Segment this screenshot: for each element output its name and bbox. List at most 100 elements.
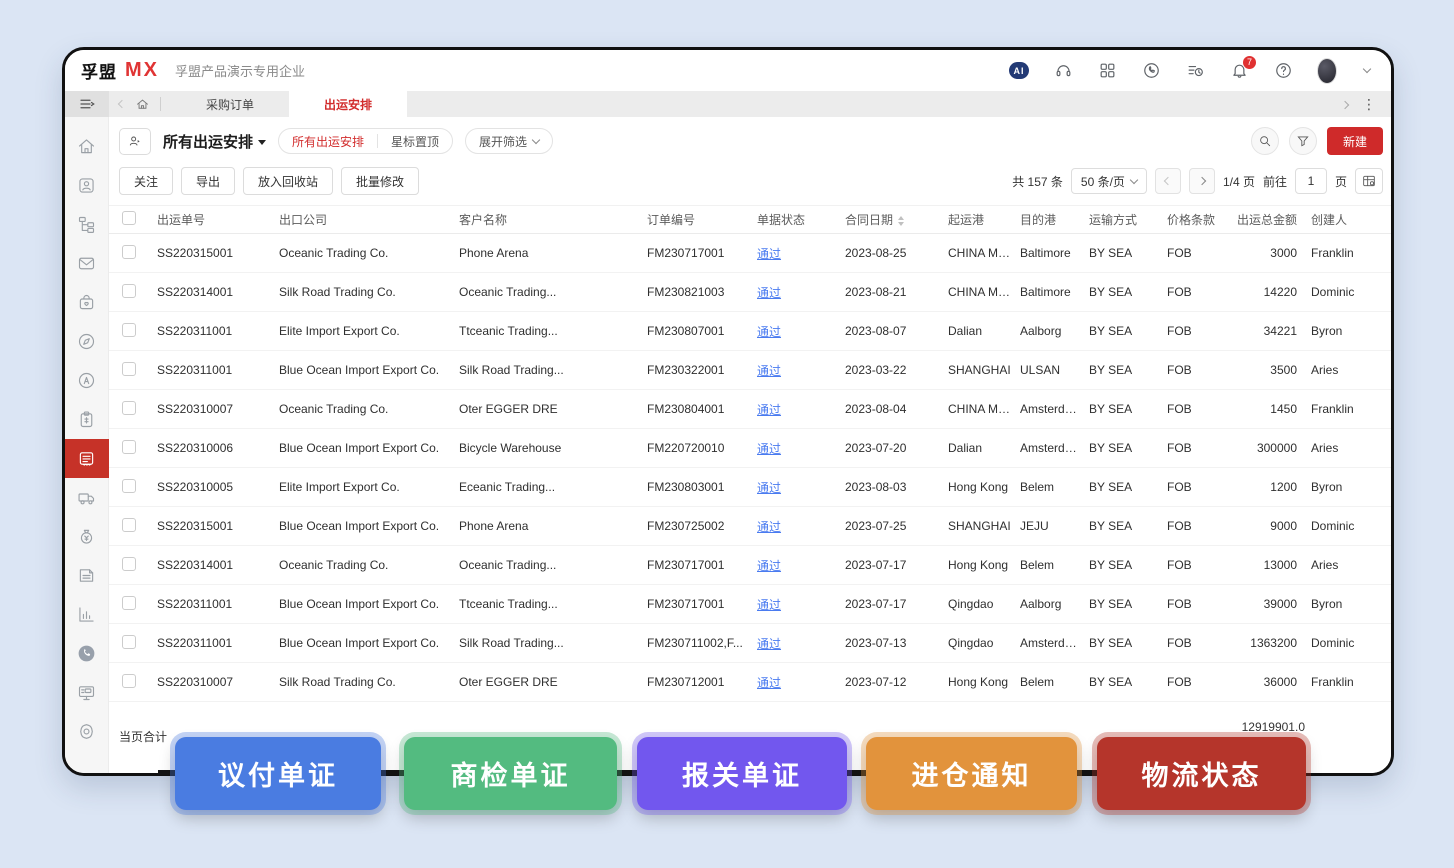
table-row[interactable]: SS220311001Elite Import Export Co.Ttcean… (109, 312, 1393, 351)
row-checkbox[interactable] (122, 557, 136, 571)
select-all-checkbox[interactable] (122, 211, 136, 225)
tab-more-icon[interactable]: ⋮ (1362, 96, 1377, 113)
tab-purchase-orders[interactable]: 采购订单 (171, 91, 289, 117)
row-checkbox[interactable] (122, 596, 136, 610)
table-row[interactable]: SS220311001Blue Ocean Import Export Co.T… (109, 585, 1393, 624)
row-checkbox[interactable] (122, 245, 136, 259)
page-size-select[interactable]: 50 条/页 (1071, 168, 1147, 194)
owner-filter-button[interactable] (119, 128, 151, 155)
nav-forward-chevron-icon[interactable] (1342, 97, 1348, 111)
segment-all-shipping[interactable]: 所有出运安排 (279, 129, 377, 153)
action-button-3[interactable]: 批量修改 (341, 167, 419, 195)
status-link[interactable]: 通过 (757, 637, 781, 651)
flow-button-2[interactable]: 报关单证 (637, 737, 847, 810)
sort-icon[interactable] (898, 216, 904, 226)
help-icon[interactable] (1273, 61, 1293, 81)
status-link[interactable]: 通过 (757, 559, 781, 573)
status-link[interactable]: 通过 (757, 676, 781, 690)
tab-shipping-arrangement[interactable]: 出运安排 (289, 91, 407, 117)
avatar-dropdown-chevron-icon[interactable] (1361, 61, 1373, 81)
table-row[interactable]: SS220311001Blue Ocean Import Export Co.S… (109, 351, 1393, 390)
task-history-icon[interactable] (1185, 61, 1205, 81)
sidebar-item-mail[interactable] (65, 244, 109, 283)
table-row[interactable]: SS220310007Oceanic Trading Co.Oter EGGER… (109, 390, 1393, 429)
row-checkbox[interactable] (122, 284, 136, 298)
status-link[interactable]: 通过 (757, 520, 781, 534)
sidebar-item-compass[interactable] (65, 322, 109, 361)
ai-assistant-button[interactable]: AI (1009, 61, 1029, 81)
status-link[interactable]: 通过 (757, 286, 781, 300)
table-row[interactable]: SS220314001Silk Road Trading Co.Oceanic … (109, 273, 1393, 312)
sidebar-item-workbench[interactable] (65, 673, 109, 712)
row-checkbox[interactable] (122, 674, 136, 688)
flow-button-3[interactable]: 进仓通知 (866, 737, 1077, 810)
cell-status: 通过 (753, 468, 841, 507)
action-button-2[interactable]: 放入回收站 (243, 167, 333, 195)
sidebar-item-logistics[interactable] (65, 478, 109, 517)
notifications-bell-icon[interactable]: 7 (1229, 61, 1249, 81)
sidebar-item-whatsapp[interactable] (65, 634, 109, 673)
new-record-button[interactable]: 新建 (1327, 127, 1383, 155)
cell-amount: 3500 (1229, 351, 1307, 390)
expand-filter-button[interactable]: 展开筛选 (465, 128, 553, 154)
action-button-1[interactable]: 导出 (181, 167, 235, 195)
status-link[interactable]: 通过 (757, 442, 781, 456)
chevron-down-icon (532, 135, 540, 143)
sidebar-item-orders[interactable] (65, 283, 109, 322)
segment-starred-top[interactable]: 星标置顶 (378, 129, 452, 153)
status-link[interactable]: 通过 (757, 481, 781, 495)
nav-back-chevron-icon[interactable] (119, 101, 125, 107)
page-size-value: 50 条/页 (1081, 173, 1125, 190)
table-row[interactable]: SS220310007Silk Road Trading Co.Oter EGG… (109, 663, 1393, 702)
flow-button-0[interactable]: 议付单证 (175, 737, 381, 810)
next-page-button[interactable] (1189, 168, 1215, 194)
sidebar-item-finance[interactable] (65, 517, 109, 556)
apps-grid-icon[interactable] (1097, 61, 1117, 81)
sidebar-item-home[interactable] (65, 127, 109, 166)
status-link[interactable]: 通过 (757, 598, 781, 612)
filter-button[interactable] (1289, 127, 1317, 155)
status-link[interactable]: 通过 (757, 403, 781, 417)
flow-button-1[interactable]: 商检单证 (404, 737, 617, 810)
row-checkbox[interactable] (122, 479, 136, 493)
prev-page-button[interactable] (1155, 168, 1181, 194)
cell-dest_port: Aalborg (1016, 585, 1085, 624)
sidebar-item-settings[interactable] (65, 712, 109, 751)
row-checkbox[interactable] (122, 635, 136, 649)
row-checkbox[interactable] (122, 440, 136, 454)
table-row[interactable]: SS220314001Oceanic Trading Co.Oceanic Tr… (109, 546, 1393, 585)
sidebar-item-quotation[interactable] (65, 400, 109, 439)
home-tab-icon[interactable] (135, 97, 150, 112)
sidebar-item-contacts[interactable] (65, 166, 109, 205)
sidebar-item-marketing[interactable] (65, 361, 109, 400)
whatsapp-icon[interactable] (1141, 61, 1161, 81)
row-checkbox[interactable] (122, 401, 136, 415)
table-row[interactable]: SS220310006Blue Ocean Import Export Co.B… (109, 429, 1393, 468)
approval-flow-icon (76, 214, 97, 235)
status-link[interactable]: 通过 (757, 364, 781, 378)
row-checkbox[interactable] (122, 323, 136, 337)
status-link[interactable]: 通过 (757, 247, 781, 261)
column-header-5[interactable]: 合同日期 (841, 206, 944, 234)
sidebar-item-reports[interactable] (65, 595, 109, 634)
status-link[interactable]: 通过 (757, 325, 781, 339)
table-row[interactable]: SS220311001Blue Ocean Import Export Co.S… (109, 624, 1393, 663)
table-row[interactable]: SS220315001Oceanic Trading Co.Phone Aren… (109, 234, 1393, 273)
sidebar-item-approval-flow[interactable] (65, 205, 109, 244)
table-row[interactable]: SS220310005Elite Import Export Co.Eceani… (109, 468, 1393, 507)
row-checkbox[interactable] (122, 518, 136, 532)
row-checkbox[interactable] (122, 362, 136, 376)
page-total-label: 当页合计 (119, 728, 167, 745)
column-settings-button[interactable] (1355, 168, 1383, 194)
table-row[interactable]: SS220315001Blue Ocean Import Export Co.P… (109, 507, 1393, 546)
sidebar-item-shipping-docs[interactable] (65, 439, 109, 478)
support-headset-icon[interactable] (1053, 61, 1073, 81)
view-selector[interactable]: 所有出运安排 (163, 131, 266, 152)
user-avatar[interactable] (1317, 61, 1337, 81)
sidebar-collapse-button[interactable] (65, 91, 109, 117)
search-button[interactable] (1251, 127, 1279, 155)
goto-page-input[interactable] (1295, 168, 1327, 194)
flow-button-4[interactable]: 物流状态 (1097, 737, 1306, 810)
action-button-0[interactable]: 关注 (119, 167, 173, 195)
sidebar-item-ledger[interactable] (65, 556, 109, 595)
